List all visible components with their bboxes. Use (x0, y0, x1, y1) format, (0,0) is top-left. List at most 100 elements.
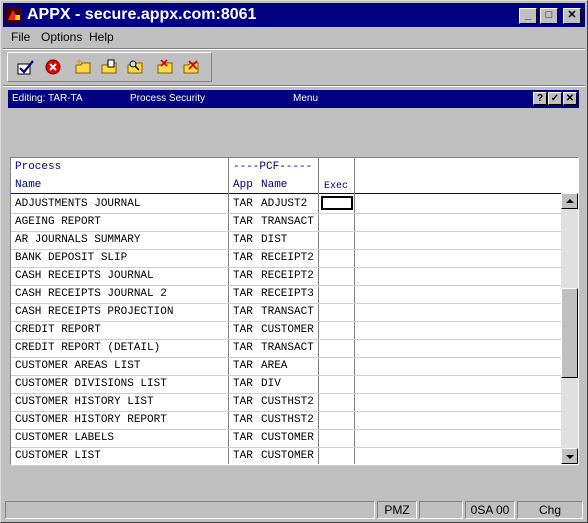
header-app: App (233, 179, 253, 191)
maximize-icon: □ (545, 9, 553, 21)
open-folder-icon[interactable] (101, 59, 119, 75)
process-name-cell: BANK DEPOSIT SLIP (15, 252, 128, 264)
column-divider (228, 158, 229, 464)
process-table: Process Name ----PCF----- App Name Exec … (10, 157, 579, 466)
menu-help[interactable]: Help (89, 30, 114, 45)
app-cell: TAR (233, 360, 253, 372)
header-process-name: Name (15, 179, 42, 191)
app-cell: TAR (233, 342, 253, 354)
header-pcf: ----PCF----- (233, 161, 313, 173)
process-name-cell: CREDIT REPORT (DETAIL) (15, 342, 161, 354)
status-mode: Chg (517, 501, 583, 519)
cancel-icon[interactable] (45, 59, 63, 75)
app-cell: TAR (233, 252, 253, 264)
pcf-name-cell: AREA (261, 360, 288, 372)
column-divider (318, 158, 319, 464)
row-divider (11, 429, 577, 430)
process-name-cell: CUSTOMER AREAS LIST (15, 360, 141, 372)
app-cell: TAR (233, 450, 253, 462)
process-name-cell: AGEING REPORT (15, 216, 101, 228)
row-divider (11, 231, 577, 232)
close-icon: ✕ (567, 9, 577, 21)
menu-options[interactable]: Options (41, 30, 82, 45)
pcf-name-cell: RECEIPT2 (261, 270, 314, 282)
pcf-name-cell: TRANSACT (261, 306, 314, 318)
app-cell: TAR (233, 378, 253, 390)
app-cell: TAR (233, 396, 253, 408)
menu-bar: File Options Help (3, 28, 585, 47)
divider (3, 48, 585, 50)
title-bar[interactable]: APPX - secure.appx.com:8061 _ □ ✕ (3, 3, 585, 27)
close-sub-button[interactable]: ✕ (563, 92, 577, 105)
app-cell: TAR (233, 414, 253, 426)
process-name-cell: CASH RECEIPTS JOURNAL 2 (15, 288, 167, 300)
arrow-down-icon (566, 455, 574, 459)
row-divider (11, 375, 577, 376)
minimize-icon: _ (524, 9, 532, 21)
pcf-name-cell: CUSTOMER (261, 432, 314, 444)
header-pcf-name: Name (261, 179, 288, 191)
delete-folder-icon[interactable] (183, 59, 201, 75)
minimize-button[interactable]: _ (519, 8, 537, 24)
pcf-name-cell: DIST (261, 234, 288, 246)
row-divider (11, 393, 577, 394)
process-name-cell: CUSTOMER HISTORY REPORT (15, 414, 167, 426)
app-cell: TAR (233, 288, 253, 300)
pcf-name-cell: CUSTHST2 (261, 396, 314, 408)
search-folder-icon[interactable] (127, 59, 145, 75)
process-name-cell: CREDIT REPORT (15, 324, 101, 336)
process-name-cell: CUSTOMER LIST (15, 450, 101, 462)
new-folder-icon[interactable] (75, 59, 93, 75)
app-cell: TAR (233, 198, 253, 210)
row-divider (11, 285, 577, 286)
pcf-name-cell: ADJUST2 (261, 198, 308, 210)
scroll-down-button[interactable] (561, 448, 578, 464)
appx-logo-icon (6, 7, 22, 23)
process-name-cell: AR JOURNALS SUMMARY (15, 234, 141, 246)
arrow-up-icon (566, 199, 574, 203)
ok-button[interactable]: ✓ (548, 92, 562, 105)
row-divider (11, 267, 577, 268)
window-title: APPX - secure.appx.com:8061 (27, 6, 257, 23)
maximize-button[interactable]: □ (540, 8, 558, 24)
app-cell: TAR (233, 270, 253, 282)
row-divider (11, 447, 577, 448)
help-icon: ? (536, 93, 544, 104)
pcf-name-cell: RECEIPT2 (261, 252, 314, 264)
status-blank (419, 501, 463, 519)
header-process: Process (15, 161, 62, 173)
remove-folder-icon[interactable] (157, 59, 175, 75)
close-button[interactable]: ✕ (563, 8, 581, 24)
exec-input[interactable] (321, 196, 353, 210)
section-label: Process Security (130, 93, 206, 104)
check-icon[interactable] (17, 59, 35, 75)
menu-file[interactable]: File (11, 30, 30, 45)
header-divider (11, 193, 577, 194)
scroll-thumb[interactable] (561, 288, 578, 378)
process-name-cell: CASH RECEIPTS JOURNAL (15, 270, 154, 282)
pcf-name-cell: CUSTOMER (261, 324, 314, 336)
row-divider (11, 249, 577, 250)
editing-label: Editing: TAR-TA (12, 93, 83, 104)
pcf-name-cell: RECEIPT3 (261, 288, 314, 300)
pcf-name-cell: CUSTOMER (261, 450, 314, 462)
pcf-name-cell: CUSTHST2 (261, 414, 314, 426)
vertical-scrollbar[interactable] (561, 193, 578, 464)
app-cell: TAR (233, 324, 253, 336)
process-name-cell: CUSTOMER HISTORY LIST (15, 396, 154, 408)
mode-label: Menu (293, 93, 319, 104)
row-divider (11, 213, 577, 214)
app-cell: TAR (233, 234, 253, 246)
process-name-cell: ADJUSTMENTS JOURNAL (15, 198, 141, 210)
status-code: 0SA 00 (465, 501, 515, 519)
scroll-up-button[interactable] (561, 193, 578, 209)
status-user: PMZ (377, 501, 417, 519)
app-cell: TAR (233, 216, 253, 228)
process-name-cell: CUSTOMER DIVISIONS LIST (15, 378, 167, 390)
close-icon: ✕ (565, 93, 575, 104)
divider (3, 85, 585, 87)
process-name-cell: CUSTOMER LABELS (15, 432, 115, 444)
help-button[interactable]: ? (533, 92, 547, 105)
column-divider (354, 158, 355, 464)
row-divider (11, 411, 577, 412)
